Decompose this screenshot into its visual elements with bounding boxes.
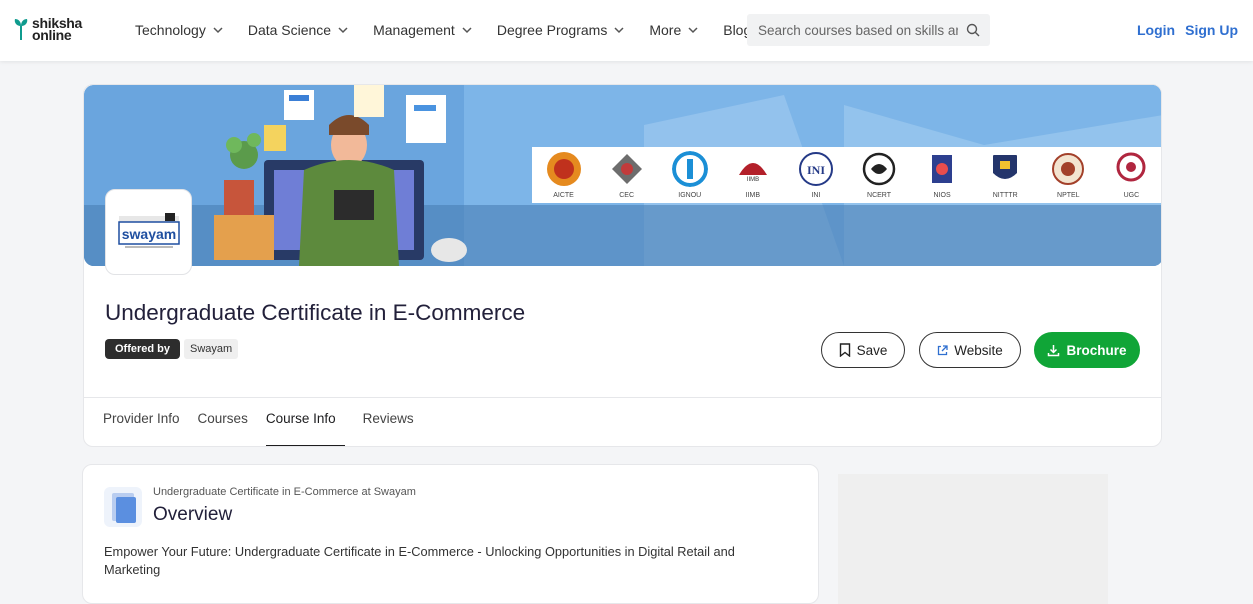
tab-provider-info[interactable]: Provider Info xyxy=(103,398,180,446)
overview-card: Undergraduate Certificate in E-Commerce … xyxy=(82,464,819,604)
logo-nitttr: NITTTR xyxy=(975,151,1035,199)
main-nav: Technology Data Science Management Degre… xyxy=(135,19,793,38)
chevron-down-icon xyxy=(213,27,223,34)
brochure-button[interactable]: Brochure xyxy=(1034,332,1140,368)
course-banner: AICTE CEC IGNOU IIMB IIMB INI INI NCERT xyxy=(84,85,1161,266)
website-button[interactable]: Website xyxy=(919,332,1021,368)
nav-more[interactable]: More xyxy=(649,22,698,38)
save-label: Save xyxy=(856,342,888,358)
ini-emblem-icon: INI xyxy=(798,152,833,186)
ncert-emblem-icon xyxy=(862,152,896,186)
tab-label: Courses xyxy=(197,411,248,426)
offered-by-badge: Offered by xyxy=(105,339,181,359)
tab-label: Provider Info xyxy=(103,411,180,426)
tab-reviews[interactable]: Reviews xyxy=(362,398,414,446)
aicte-emblem-icon xyxy=(546,152,581,186)
logo-label: UGC xyxy=(1123,192,1140,199)
logo-label: IGNOU xyxy=(678,192,702,199)
nav-label: Degree Programs xyxy=(496,22,608,38)
top-navbar: shiksha online Technology Data Science M… xyxy=(0,0,1253,61)
ignou-emblem-icon xyxy=(671,151,708,187)
overview-description: Empower Your Future: Undergraduate Certi… xyxy=(104,544,735,577)
course-title: Undergraduate Certificate in E-Commerce xyxy=(105,300,526,325)
tab-course-info[interactable]: Course Info xyxy=(265,398,345,446)
swayam-logo-icon: swayam xyxy=(117,213,180,248)
offered-by: Offered by Swayam xyxy=(105,339,239,359)
swayam-logo-text: swayam xyxy=(121,226,175,242)
provider-logo[interactable]: swayam xyxy=(105,189,192,275)
course-header-card: AICTE CEC IGNOU IIMB IIMB INI INI NCERT xyxy=(83,84,1162,447)
logo-label: NIOS xyxy=(933,192,951,199)
logo-label: NCERT xyxy=(867,192,891,199)
nptel-emblem-icon xyxy=(1052,153,1085,185)
save-button[interactable]: Save xyxy=(821,332,905,368)
overview-subtitle: Undergraduate Certificate in E-Commerce … xyxy=(153,486,416,498)
logo-nios: NIOS xyxy=(912,151,972,199)
external-link-icon xyxy=(938,344,948,355)
document-icon xyxy=(104,487,142,527)
logo-iimb: IIMB IIMB xyxy=(723,151,783,199)
nav-label: Management xyxy=(373,22,455,38)
tab-label: Reviews xyxy=(362,411,414,426)
nitttr-emblem-icon xyxy=(993,155,1018,179)
iimb-emblem-icon: IIMB xyxy=(738,163,767,183)
shiksha-online-logo[interactable]: shiksha online xyxy=(14,16,82,42)
nav-label: Technology xyxy=(135,22,206,38)
logo-label: IIMB xyxy=(745,192,761,199)
leaf-icon xyxy=(14,19,28,40)
bookmark-icon xyxy=(839,343,850,357)
chevron-down-icon xyxy=(338,27,348,34)
logo-aicte: AICTE xyxy=(534,151,594,199)
logo-label: INI xyxy=(811,192,821,199)
chevron-down-icon xyxy=(614,27,624,34)
search-box xyxy=(747,14,990,46)
logo-ugc: UGC xyxy=(1101,151,1161,199)
logo-cec: CEC xyxy=(597,151,657,199)
logo-ncert: NCERT xyxy=(849,151,909,199)
logo-nptel: NPTEL xyxy=(1038,151,1098,199)
overview-title: Overview xyxy=(153,504,233,525)
accreditation-logos: AICTE CEC IGNOU IIMB IIMB INI INI NCERT xyxy=(532,147,1161,203)
search-icon[interactable] xyxy=(966,23,980,37)
auth-links: Login Sign Up xyxy=(1137,22,1238,38)
logo-label: NITTTR xyxy=(992,192,1018,199)
offered-by-name[interactable]: Swayam xyxy=(184,339,239,359)
logo-label: NPTEL xyxy=(1057,192,1080,199)
tab-label: Course Info xyxy=(265,411,336,426)
nav-label: More xyxy=(649,22,682,38)
login-link[interactable]: Login xyxy=(1137,22,1175,38)
website-label: Website xyxy=(954,342,1003,358)
ugc-emblem-icon xyxy=(1116,152,1146,182)
cec-emblem-icon xyxy=(611,154,642,184)
nav-degree-programs[interactable]: Degree Programs xyxy=(497,22,625,38)
chevron-down-icon xyxy=(688,27,698,34)
nav-technology[interactable]: Technology xyxy=(135,22,223,38)
logo-label: CEC xyxy=(619,192,635,199)
ad-placeholder xyxy=(838,474,1108,604)
chevron-down-icon xyxy=(462,27,472,34)
logo-ignou: IGNOU xyxy=(660,151,720,199)
nav-label: Data Science xyxy=(247,22,332,38)
logo-ini: INI INI xyxy=(786,151,846,199)
nios-emblem-icon xyxy=(932,155,953,183)
logo-inner-text: INI xyxy=(807,163,825,177)
search-input[interactable] xyxy=(758,22,958,38)
course-tabs: Provider Info Courses Course Info Review… xyxy=(103,398,432,446)
nav-data-science[interactable]: Data Science xyxy=(248,22,348,38)
tab-courses[interactable]: Courses xyxy=(197,398,248,446)
brochure-label: Brochure xyxy=(1066,342,1127,358)
signup-link[interactable]: Sign Up xyxy=(1185,22,1238,38)
logo-label: AICTE xyxy=(553,192,574,199)
logo-inner-text: IIMB xyxy=(747,177,759,183)
nav-management[interactable]: Management xyxy=(373,22,472,38)
download-icon xyxy=(1048,344,1060,356)
